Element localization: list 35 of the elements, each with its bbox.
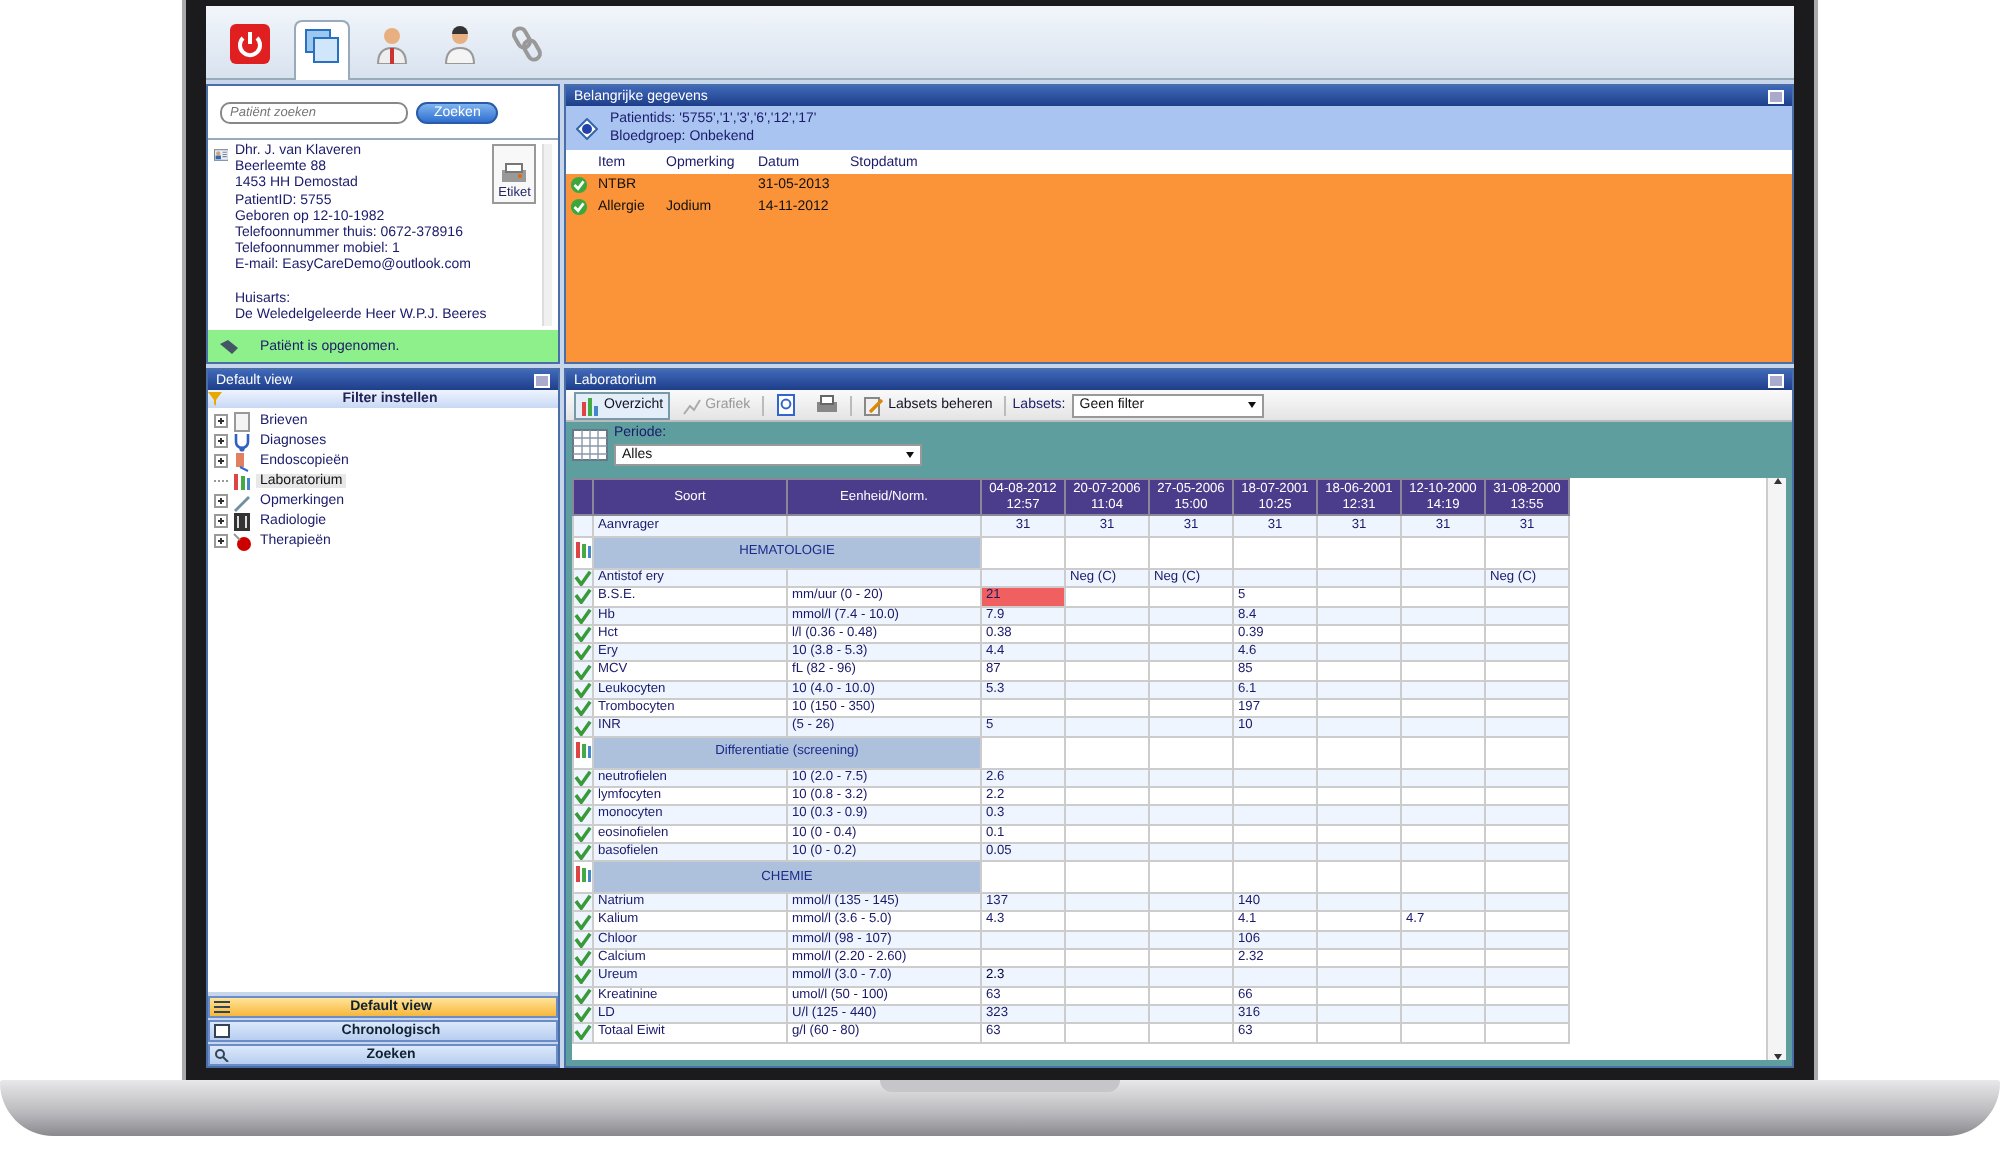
printer-icon bbox=[500, 162, 529, 186]
expand-toggle[interactable] bbox=[214, 414, 228, 429]
pill-icon bbox=[232, 531, 252, 552]
stethoscope-icon bbox=[232, 431, 252, 452]
preview-icon[interactable] bbox=[776, 394, 799, 416]
expand-toggle[interactable] bbox=[214, 434, 228, 449]
test-tubes-icon bbox=[232, 471, 252, 492]
id-card-icon bbox=[214, 144, 229, 166]
expand-toggle[interactable] bbox=[214, 494, 228, 509]
scrollbar[interactable] bbox=[1766, 478, 1786, 1060]
person-icon[interactable] bbox=[442, 24, 478, 64]
test-tubes-icon bbox=[574, 864, 592, 884]
list-icon bbox=[214, 1000, 230, 1014]
doctor-icon[interactable] bbox=[374, 24, 410, 64]
power-icon[interactable] bbox=[230, 24, 270, 64]
expand-toggle[interactable] bbox=[214, 514, 228, 529]
check-icon bbox=[570, 198, 588, 216]
edit-icon bbox=[864, 395, 885, 415]
calendar-icon bbox=[572, 426, 608, 462]
printer-icon[interactable] bbox=[816, 394, 839, 416]
search-icon bbox=[214, 1048, 230, 1062]
scrollbar[interactable] bbox=[542, 144, 552, 326]
bar-chart-icon bbox=[580, 395, 600, 415]
test-tubes-icon bbox=[574, 539, 592, 560]
document-icon bbox=[232, 411, 252, 432]
info-icon bbox=[576, 117, 598, 139]
probe-icon bbox=[232, 451, 252, 472]
line-chart-icon bbox=[681, 395, 702, 415]
expand-toggle[interactable] bbox=[214, 454, 228, 469]
xray-icon bbox=[232, 511, 252, 532]
test-tubes-icon bbox=[574, 739, 592, 760]
window-icon bbox=[214, 1024, 230, 1038]
expand-toggle[interactable] bbox=[214, 534, 228, 549]
pen-icon bbox=[232, 491, 252, 512]
windows-icon[interactable] bbox=[304, 28, 340, 64]
